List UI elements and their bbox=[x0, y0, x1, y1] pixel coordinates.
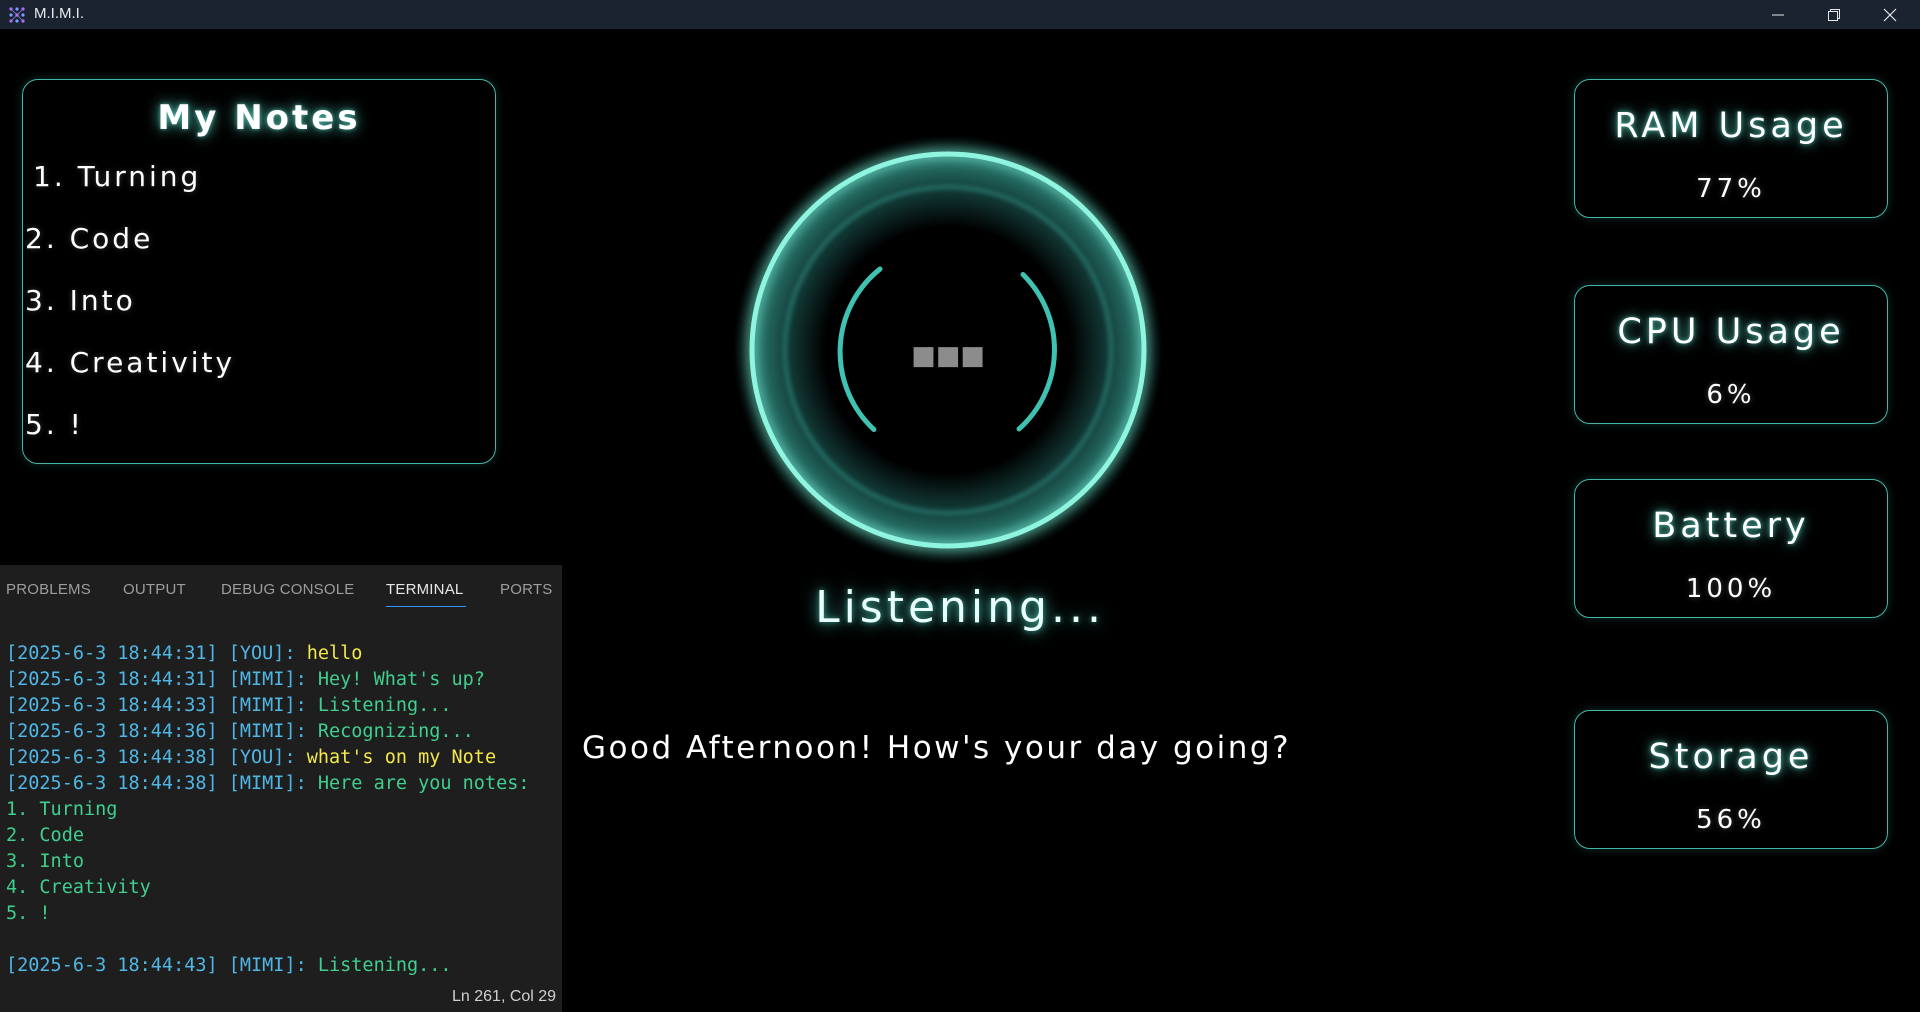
log-prefix: [2025-6-3 18:44:38] [YOU]: bbox=[6, 747, 307, 768]
log-text: Recognizing... bbox=[317, 721, 474, 742]
terminal-line: [2025-6-3 18:44:38] [YOU]: what's on my … bbox=[6, 745, 530, 771]
assistant-greeting: Good Afternoon! How's your day going? bbox=[582, 730, 1292, 766]
tab-problems[interactable]: PROBLEMS bbox=[6, 581, 91, 598]
tab-debug-console[interactable]: DEBUG CONSOLE bbox=[221, 581, 354, 598]
ram-usage-card: RAM Usage 77% bbox=[1574, 79, 1888, 218]
terminal-line: 1. Turning bbox=[6, 797, 530, 823]
battery-card: Battery 100% bbox=[1574, 479, 1888, 618]
battery-label: Battery bbox=[1652, 506, 1810, 546]
log-text: Here are you notes: bbox=[317, 773, 530, 794]
log-text: 1. Turning bbox=[6, 799, 118, 820]
notes-title: My Notes bbox=[157, 98, 361, 138]
note-item: 3. Into bbox=[25, 284, 136, 317]
log-text: 3. Into bbox=[6, 851, 84, 872]
terminal-line: [2025-6-3 18:44:43] [MIMI]: Listening... bbox=[6, 953, 530, 979]
cpu-usage-card: CPU Usage 6% bbox=[1574, 285, 1888, 424]
log-prefix: [2025-6-3 18:44:31] [YOU]: bbox=[6, 643, 307, 664]
note-item: 4. Creativity bbox=[25, 346, 236, 379]
terminal-output[interactable]: [2025-6-3 18:44:31] [YOU]: hello [2025-6-… bbox=[6, 641, 530, 979]
minimize-button[interactable] bbox=[1750, 0, 1806, 29]
log-prefix: [2025-6-3 18:44:43] [MIMI]: bbox=[6, 955, 318, 976]
battery-value: 100% bbox=[1685, 574, 1777, 604]
log-prefix: [2025-6-3 18:44:33] [MIMI]: bbox=[6, 695, 318, 716]
tab-terminal[interactable]: TERMINAL bbox=[386, 581, 463, 598]
window-title: M.I.M.I. bbox=[34, 5, 84, 22]
title-bar: M.I.M.I. bbox=[0, 0, 1920, 29]
restore-button[interactable] bbox=[1806, 0, 1862, 29]
storage-card: Storage 56% bbox=[1574, 710, 1888, 849]
terminal-line: [2025-6-3 18:44:36] [MIMI]: Recognizing.… bbox=[6, 719, 530, 745]
log-text: 5. ! bbox=[6, 903, 51, 924]
log-prefix: [2025-6-3 18:44:31] [MIMI]: bbox=[6, 669, 318, 690]
notes-panel: My Notes 1. Turning 2. Code 3. Into 4. C… bbox=[22, 79, 496, 464]
close-icon bbox=[1883, 8, 1897, 21]
ram-usage-label: RAM Usage bbox=[1614, 106, 1848, 146]
mimi-logo-icon bbox=[9, 7, 25, 23]
cpu-usage-value: 6% bbox=[1706, 380, 1756, 410]
storage-value: 56% bbox=[1696, 805, 1766, 835]
panel-tabs: PROBLEMS OUTPUT DEBUG CONSOLE TERMINAL P… bbox=[0, 565, 562, 611]
orb-center-dots: ■■■ bbox=[911, 341, 985, 371]
note-item: 2. Code bbox=[25, 222, 154, 255]
log-text: Hey! What's up? bbox=[317, 669, 485, 690]
log-text: what's on my Note bbox=[306, 747, 497, 768]
log-text: 2. Code bbox=[6, 825, 84, 846]
log-text: Listening... bbox=[317, 955, 452, 976]
status-bar: Ln 261, Col 29 bbox=[0, 982, 562, 1012]
terminal-line: [2025-6-3 18:44:38] [MIMI]: Here are you… bbox=[6, 771, 530, 797]
note-item: 1. Turning bbox=[33, 160, 202, 193]
restore-icon bbox=[1828, 8, 1840, 21]
active-tab-indicator bbox=[386, 606, 466, 607]
listening-orb: ■■■ bbox=[733, 135, 1163, 565]
storage-label: Storage bbox=[1648, 737, 1814, 777]
minimize-icon bbox=[1772, 14, 1784, 15]
terminal-line: [2025-6-3 18:44:33] [MIMI]: Listening... bbox=[6, 693, 530, 719]
tab-output[interactable]: OUTPUT bbox=[123, 581, 186, 598]
terminal-line: 3. Into bbox=[6, 849, 530, 875]
terminal-panel: PROBLEMS OUTPUT DEBUG CONSOLE TERMINAL P… bbox=[0, 565, 562, 1012]
terminal-line: [2025-6-3 18:44:31] [YOU]: hello bbox=[6, 641, 530, 667]
tab-ports[interactable]: PORTS bbox=[500, 581, 552, 598]
close-button[interactable] bbox=[1862, 0, 1918, 29]
cpu-usage-label: CPU Usage bbox=[1617, 312, 1845, 352]
cursor-position[interactable]: Ln 261, Col 29 bbox=[452, 988, 562, 1006]
terminal-line: 5. ! bbox=[6, 901, 530, 927]
terminal-line: [2025-6-3 18:44:31] [MIMI]: Hey! What's … bbox=[6, 667, 530, 693]
log-text: Listening... bbox=[317, 695, 452, 716]
log-text: 4. Creativity bbox=[6, 877, 151, 898]
log-prefix: [2025-6-3 18:44:36] [MIMI]: bbox=[6, 721, 318, 742]
ram-usage-value: 77% bbox=[1696, 174, 1766, 204]
assistant-status: Listening... bbox=[815, 582, 1105, 633]
log-prefix: [2025-6-3 18:44:38] [MIMI]: bbox=[6, 773, 318, 794]
terminal-line: 2. Code bbox=[6, 823, 530, 849]
note-item: 5. ! bbox=[25, 408, 84, 441]
log-text: hello bbox=[306, 643, 363, 664]
terminal-line: 4. Creativity bbox=[6, 875, 530, 901]
